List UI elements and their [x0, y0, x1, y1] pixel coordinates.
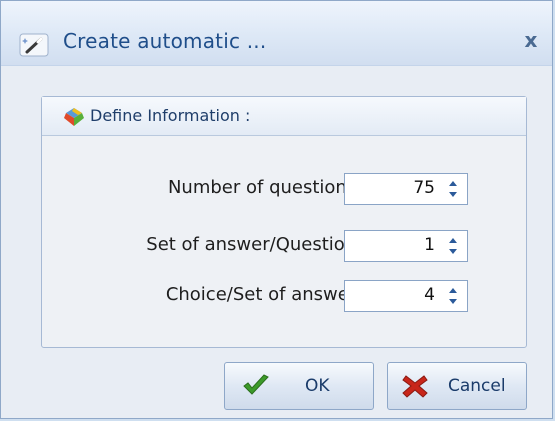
group-title: Define Information :: [90, 106, 251, 125]
red-cross-icon: [402, 375, 428, 398]
green-check-icon: [243, 374, 269, 395]
choice-set-of-answer-spinner[interactable]: 4: [344, 280, 468, 312]
colorful-diamond-icon: [64, 108, 84, 126]
set-of-answer-question-label: Set of answer/Question :: [146, 234, 368, 255]
ok-label: OK: [305, 376, 330, 396]
spin-up-icon[interactable]: [446, 234, 460, 246]
ok-button[interactable]: OK: [224, 362, 374, 410]
number-of-questions-spinner[interactable]: 75: [344, 173, 468, 205]
title-bar[interactable]: Create automatic ... x: [1, 1, 552, 66]
group-header: Define Information :: [42, 97, 526, 136]
cancel-label: Cancel: [448, 376, 506, 396]
spin-value: 1: [424, 235, 435, 255]
wizard-wand-icon: [19, 33, 49, 57]
set-of-answer-question-spinner[interactable]: 1: [344, 230, 468, 262]
spin-down-icon[interactable]: [446, 246, 460, 258]
spin-down-icon[interactable]: [446, 296, 460, 308]
spin-up-icon[interactable]: [446, 177, 460, 189]
choice-set-of-answer-label: Choice/Set of answer :: [165, 284, 368, 305]
spin-up-icon[interactable]: [446, 284, 460, 296]
close-button[interactable]: x: [518, 27, 544, 53]
window-title: Create automatic ...: [63, 29, 267, 53]
dialog-window: Create automatic ... x Define Informatio…: [0, 0, 553, 419]
spin-value: 75: [413, 178, 435, 198]
spin-down-icon[interactable]: [446, 189, 460, 201]
number-of-questions-label: Number of questions :: [167, 177, 368, 198]
cancel-button[interactable]: Cancel: [387, 362, 527, 410]
spin-value: 4: [424, 285, 435, 305]
define-information-group: Define Information : Number of questions…: [41, 96, 527, 348]
